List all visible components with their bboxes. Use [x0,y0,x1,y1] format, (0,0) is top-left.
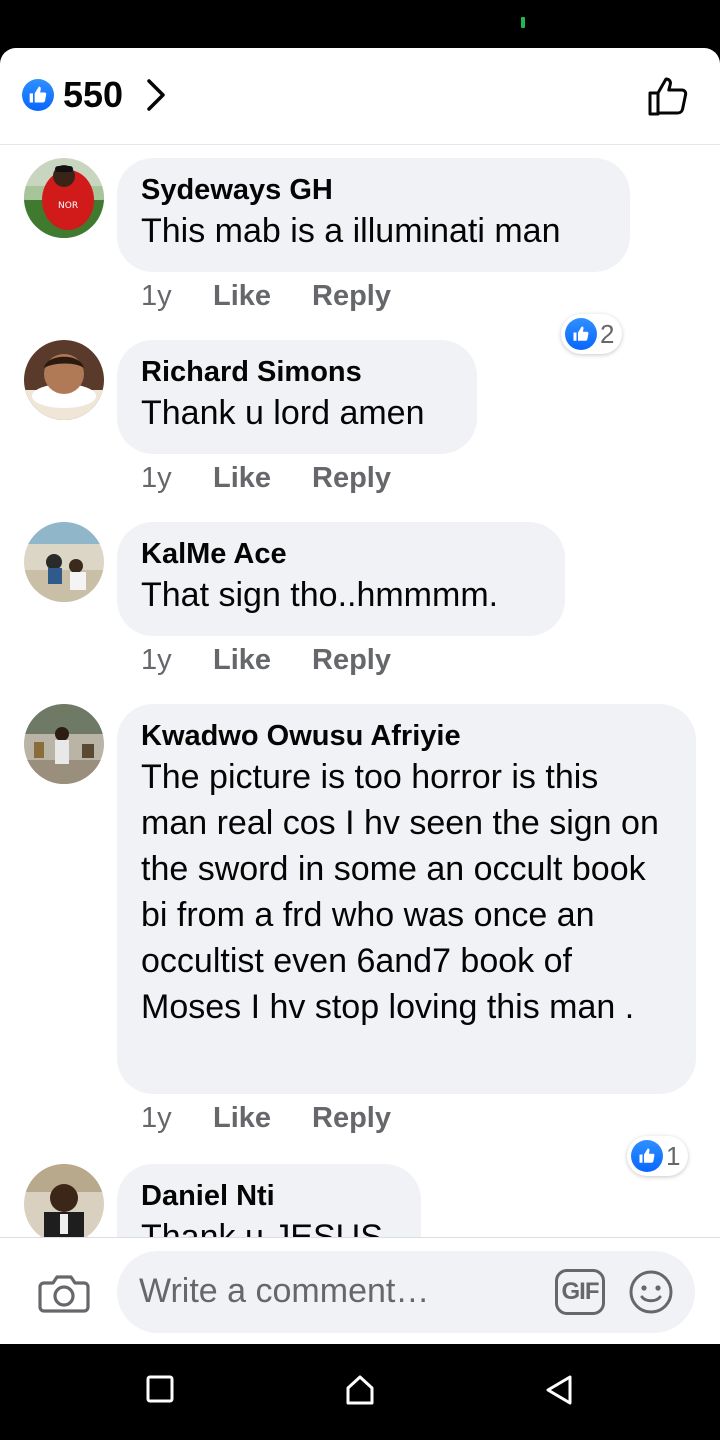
avatar[interactable] [24,1164,104,1237]
comment-author[interactable]: Richard Simons [141,354,453,390]
avatar[interactable] [24,704,104,784]
camera-icon[interactable] [38,1271,90,1315]
comment-author[interactable]: Daniel Nti [141,1178,397,1214]
like-link[interactable]: Like [213,642,312,678]
comment-bubble[interactable]: Kwadwo Owusu Afriyie The picture is too … [117,704,696,1094]
comment-author[interactable]: Sydeways GH [141,172,606,208]
svg-text:NOR: NOR [58,201,78,211]
comment-text: That sign tho..hmmmm. [141,576,499,614]
like-link[interactable]: Like [213,1100,312,1136]
comments-sheet: 550 NOR Sydeways GH This mab is a illumi… [0,48,720,1344]
comment-time: 1y [141,1102,172,1134]
comment-text: Thank u lord amen [141,394,425,432]
avatar[interactable] [24,522,104,602]
comment-input-container[interactable]: GIF [117,1251,695,1333]
comment-item: Daniel Nti Thank u JESUS [0,1152,720,1237]
comment-time: 1y [141,462,172,494]
system-navigation-bar [0,1344,720,1440]
comment-list[interactable]: NOR Sydeways GH This mab is a illuminati… [0,146,720,1237]
comment-time: 1y [141,280,172,312]
recents-icon[interactable] [146,1374,174,1404]
reaction-count[interactable]: 550 [63,75,123,115]
status-indicator [521,17,525,28]
comment-author[interactable]: Kwadwo Owusu Afriyie [141,718,672,754]
reply-link[interactable]: Reply [312,278,391,314]
avatar[interactable] [24,340,104,420]
comment-actions: 1y Like Reply [141,278,391,314]
like-reaction-icon [22,79,54,111]
home-icon[interactable] [344,1374,376,1406]
comment-time: 1y [141,644,172,676]
comment-bubble[interactable]: Richard Simons Thank u lord amen [117,340,477,454]
comment-text: The picture is too horror is this man re… [141,758,659,1026]
gif-button[interactable]: GIF [555,1269,605,1315]
chevron-right-icon[interactable] [144,78,168,112]
comment-text: Thank u JESUS [141,1218,383,1237]
thumbs-up-outline-icon[interactable] [646,74,690,118]
comment-bubble[interactable]: Daniel Nti Thank u JESUS [117,1164,421,1237]
comment-composer: GIF [0,1237,720,1344]
status-bar [0,0,720,48]
comment-actions: 1y Like Reply [141,642,391,678]
comment-text: This mab is a illuminati man [141,212,561,250]
comment-item: Kwadwo Owusu Afriyie The picture is too … [0,692,720,1176]
reply-link[interactable]: Reply [312,460,391,496]
like-link[interactable]: Like [213,460,312,496]
reactions-header: 550 [0,48,720,145]
comment-item: KalMe Ace That sign tho..hmmmm. 1y Like Re… [0,510,720,690]
back-icon[interactable] [544,1374,574,1406]
smiley-icon[interactable] [628,1269,674,1315]
comment-item: Richard Simons Thank u lord amen 1y Like R… [0,328,720,508]
comment-author[interactable]: KalMe Ace [141,536,541,572]
avatar[interactable]: NOR [24,158,104,238]
comment-input[interactable] [139,1267,539,1315]
like-link[interactable]: Like [213,278,312,314]
comment-item: NOR Sydeways GH This mab is a illuminati… [0,146,720,354]
comment-bubble[interactable]: KalMe Ace That sign tho..hmmmm. [117,522,565,636]
comment-actions: 1y Like Reply [141,1100,391,1136]
reply-link[interactable]: Reply [312,642,391,678]
comment-actions: 1y Like Reply [141,460,391,496]
reply-link[interactable]: Reply [312,1100,391,1136]
comment-bubble[interactable]: Sydeways GH This mab is a illuminati man [117,158,630,272]
